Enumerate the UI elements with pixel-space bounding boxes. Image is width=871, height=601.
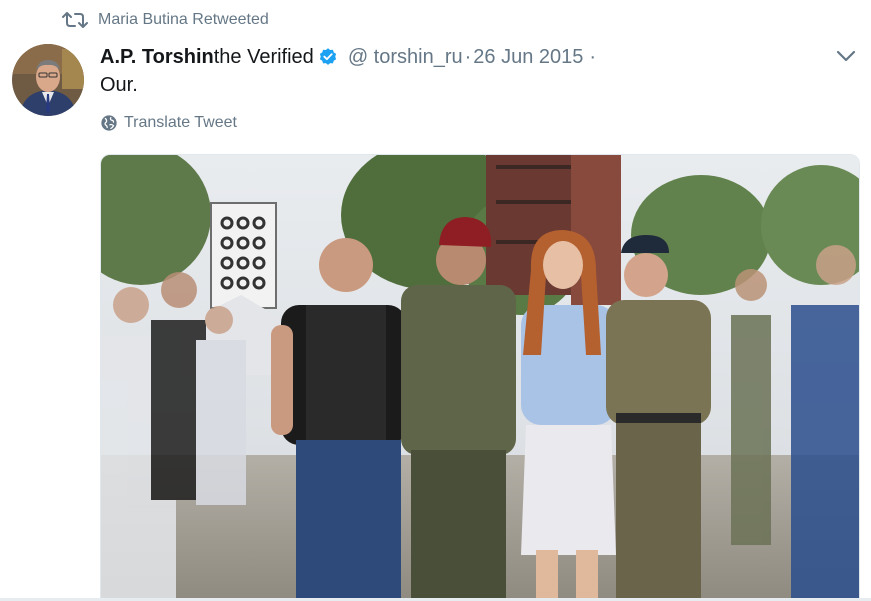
- tweet-text: Our.: [100, 74, 138, 96]
- separator-dot-trailing: ·: [589, 45, 597, 68]
- tweet-header: A.P. Torshin the Verified @ torshin_ru · …: [100, 43, 811, 71]
- globe-icon: [101, 115, 117, 131]
- retweet-icon: [62, 12, 88, 28]
- avatar-image: [12, 44, 84, 116]
- verified-badge-icon: [319, 48, 336, 65]
- retweet-context[interactable]: Maria Butina Retweeted: [62, 9, 269, 31]
- group-photo-image: [101, 155, 859, 601]
- retweet-label[interactable]: Maria Butina Retweeted: [98, 11, 269, 29]
- author-name-suffix[interactable]: the Verified: [214, 46, 314, 69]
- tweet-timestamp[interactable]: 26 Jun 2015: [473, 46, 583, 69]
- avatar[interactable]: [12, 44, 84, 116]
- translate-tweet-link[interactable]: Translate Tweet: [100, 114, 237, 132]
- chevron-down-icon[interactable]: [834, 44, 858, 68]
- tweet-photo[interactable]: [100, 154, 860, 601]
- separator-dot: ·: [464, 45, 472, 68]
- author-name[interactable]: A.P. Torshin: [100, 46, 214, 69]
- translate-tweet-label[interactable]: Translate Tweet: [124, 114, 237, 132]
- author-handle[interactable]: @ torshin_ru: [348, 46, 463, 69]
